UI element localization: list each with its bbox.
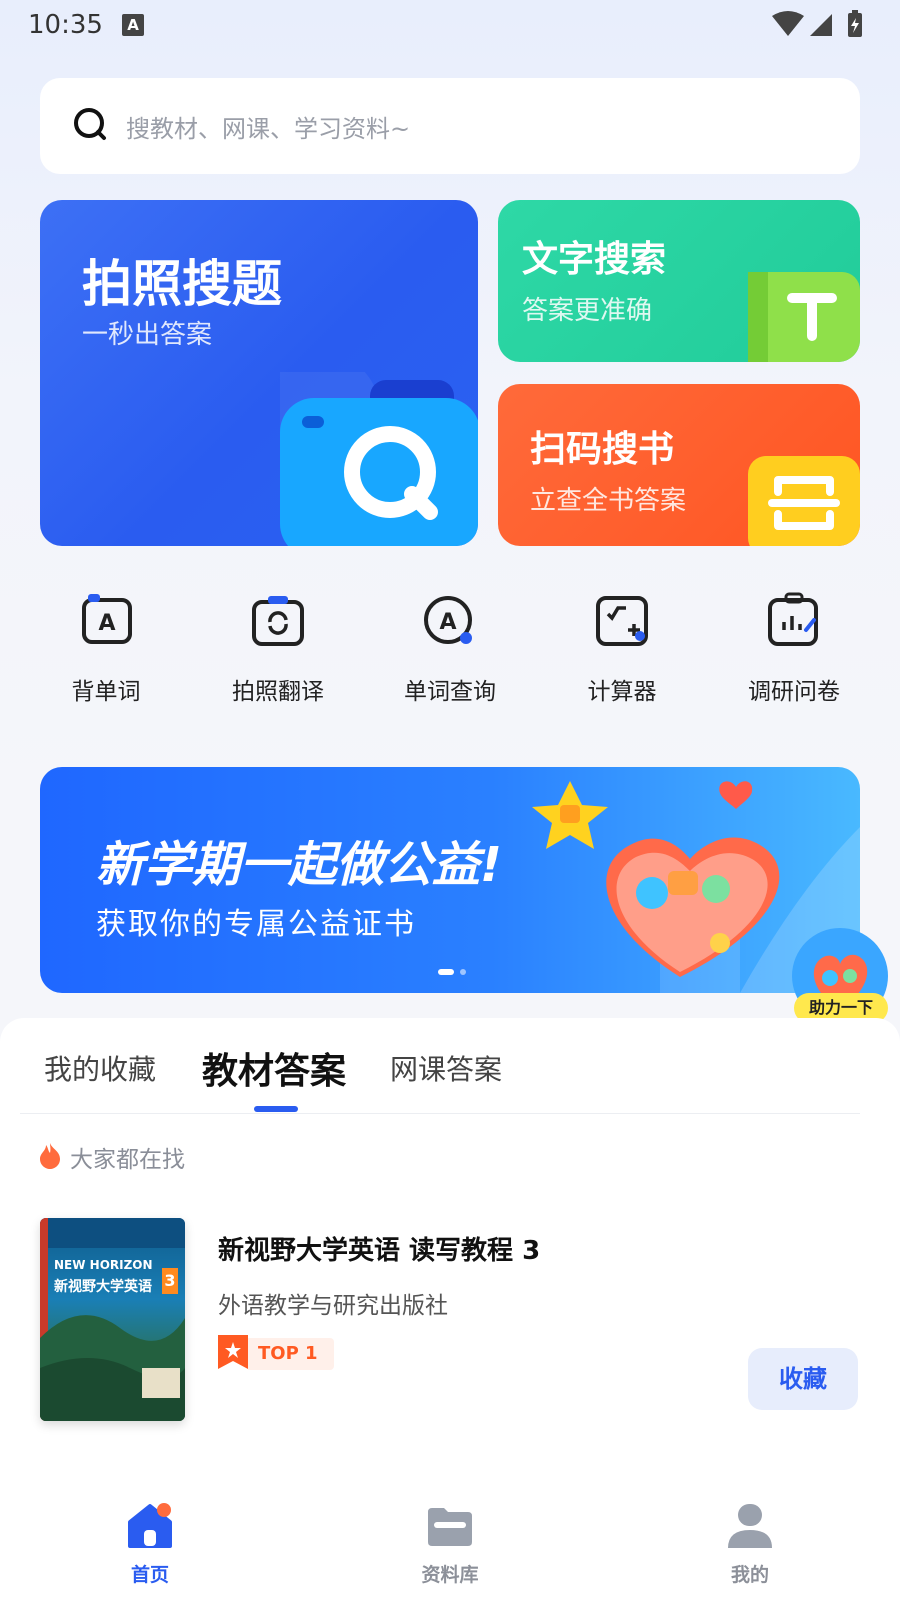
heart-illustration xyxy=(606,837,780,977)
collect-button[interactable]: 收藏 xyxy=(748,1348,858,1410)
battery-icon xyxy=(848,10,862,37)
search-bar[interactable]: 搜教材、网课、学习资料~ xyxy=(40,78,860,174)
status-bar: 10:35 A xyxy=(0,0,900,52)
profile-icon xyxy=(724,1500,776,1552)
nav-home[interactable]: 首页 xyxy=(0,1478,300,1600)
rank-badge-text: TOP 1 xyxy=(248,1338,334,1370)
text-search-subtitle: 答案更准确 xyxy=(522,296,653,326)
tool-label: 计算器 xyxy=(587,679,657,705)
trophy-star xyxy=(532,781,608,849)
book-title: 新视野大学英语 读写教程 3 xyxy=(218,1236,541,1266)
tool-label: 调研问卷 xyxy=(748,679,840,705)
text-search-card[interactable]: 文字搜索 答案更准确 xyxy=(498,200,860,362)
photo-search-title: 拍照搜题 xyxy=(82,255,282,313)
tool-label: 单词查询 xyxy=(404,679,496,705)
charity-banner[interactable]: 新学期一起做公益! 获取你的专属公益证书 xyxy=(40,767,860,993)
book-list-item[interactable]: NEW HORIZON 新视野大学英语 3 新视野大学英语 读写教程 3 外语教… xyxy=(40,1218,860,1428)
tool-word-lookup[interactable]: A 单词查询 xyxy=(364,590,536,706)
tab-course-answers[interactable]: 网课答案 xyxy=(390,1048,502,1088)
hot-section-label: 大家都在找 xyxy=(70,1147,185,1173)
home-icon xyxy=(124,1500,176,1552)
status-time: 10:35 xyxy=(28,10,103,40)
scan-book-title: 扫码搜书 xyxy=(530,429,675,470)
tool-calculator[interactable]: 计算器 xyxy=(536,590,708,706)
tab-bar: 我的收藏 教材答案 网课答案 xyxy=(20,1018,860,1114)
notification-icon: A xyxy=(122,14,144,36)
carousel-dot-active xyxy=(438,969,454,975)
content-panel: 我的收藏 教材答案 网课答案 大家都在找 NEW HORIZON 新视野大学英语… xyxy=(0,1018,900,1486)
svg-text:A: A xyxy=(98,611,115,636)
fire-icon xyxy=(38,1141,62,1173)
photo-translate-icon xyxy=(246,590,310,654)
tab-textbook-answers[interactable]: 教材答案 xyxy=(202,1042,346,1094)
text-search-title: 文字搜索 xyxy=(522,239,667,280)
status-icons xyxy=(770,10,870,44)
scan-book-card[interactable]: 扫码搜书 立查全书答案 xyxy=(498,384,860,546)
banner-subtitle: 获取你的专属公益证书 xyxy=(96,907,416,942)
bottom-nav: 首页 资料库 我的 xyxy=(0,1478,900,1600)
rank-badge: TOP 1 xyxy=(218,1335,334,1373)
carousel-indicator xyxy=(438,969,466,975)
book-cover-brand: NEW HORIZON xyxy=(54,1258,153,1272)
folder-icon xyxy=(424,1500,476,1552)
tool-photo-translate[interactable]: 拍照翻译 xyxy=(192,590,364,706)
flashcard-icon: A xyxy=(74,590,138,654)
photo-search-subtitle: 一秒出答案 xyxy=(82,320,213,350)
carousel-dot xyxy=(460,969,466,975)
tool-label: 背单词 xyxy=(71,679,141,705)
tab-indicator xyxy=(254,1106,298,1112)
survey-icon xyxy=(762,590,826,654)
svg-text:A: A xyxy=(439,610,456,635)
scan-book-subtitle: 立查全书答案 xyxy=(530,486,687,516)
tool-survey[interactable]: 调研问卷 xyxy=(708,590,880,706)
nav-label: 首页 xyxy=(130,1564,169,1586)
scan-icon xyxy=(748,456,860,546)
book-cover-title: 新视野大学英语 xyxy=(54,1279,152,1295)
text-t-icon xyxy=(748,272,860,362)
nav-library[interactable]: 资料库 xyxy=(300,1478,600,1600)
word-lookup-icon: A xyxy=(418,590,482,654)
wifi-icon xyxy=(772,11,804,36)
tab-my-favorites[interactable]: 我的收藏 xyxy=(44,1048,156,1088)
hot-section-header: 大家都在找 xyxy=(38,1140,185,1174)
book-publisher: 外语教学与研究出版社 xyxy=(218,1293,448,1319)
banner-title: 新学期一起做公益! xyxy=(96,837,502,893)
book-cover-volume: 3 xyxy=(162,1268,178,1294)
camera-icon xyxy=(260,352,478,546)
book-cover: NEW HORIZON 新视野大学英语 3 xyxy=(40,1218,185,1421)
nav-label: 资料库 xyxy=(421,1564,479,1586)
nav-profile[interactable]: 我的 xyxy=(600,1478,900,1600)
tool-grid: A 背单词 拍照翻译 A 单词查询 计算器 调研问卷 xyxy=(20,590,880,706)
calculator-icon xyxy=(590,590,654,654)
tool-flashcards[interactable]: A 背单词 xyxy=(20,590,192,706)
photo-search-card[interactable]: 拍照搜题 一秒出答案 xyxy=(40,200,478,546)
nav-label: 我的 xyxy=(730,1564,769,1586)
tool-label: 拍照翻译 xyxy=(232,679,324,705)
search-input[interactable]: 搜教材、网课、学习资料~ xyxy=(126,109,410,144)
signal-icon xyxy=(810,14,832,36)
search-icon xyxy=(72,106,108,146)
bookmark-star-icon xyxy=(218,1335,248,1373)
